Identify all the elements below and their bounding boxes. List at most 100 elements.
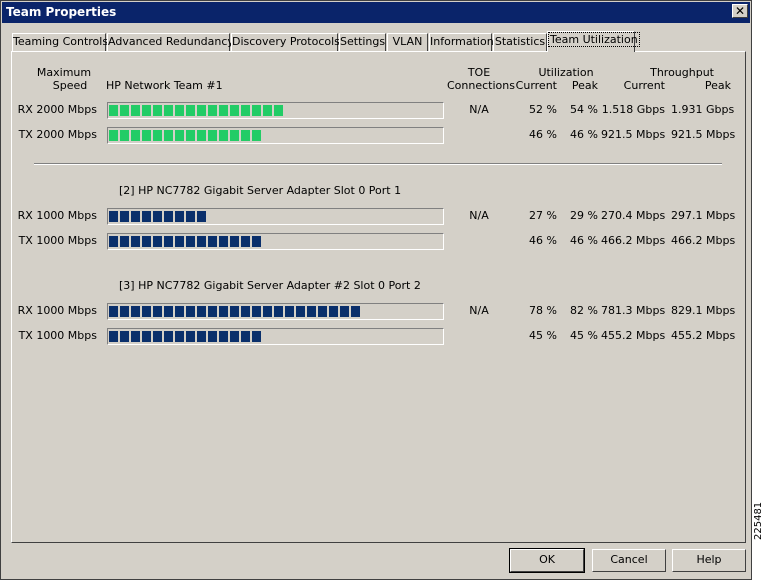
utilization-bar-fill [109,236,263,247]
throughput-current: 270.4 Mbps [601,209,666,222]
utilization-segment [120,306,129,317]
util-peak: 82 % [570,304,598,317]
utilization-segment [131,105,140,116]
utilization-segment [274,105,283,116]
utilization-segment [109,211,118,222]
utilization-segment [153,105,162,116]
toe-connections: N/A [469,209,489,222]
utilization-segment [131,331,140,342]
utilization-bar [107,208,444,225]
team-name: HP Network Team #1 [106,79,223,92]
utilization-segment [164,211,173,222]
utilization-segment [197,130,206,141]
utilization-segment [175,331,184,342]
tab-information[interactable]: Information [429,33,494,51]
utilization-segment [120,211,129,222]
utilization-segment [131,211,140,222]
throughput-peak: 1.931 Gbps [671,103,735,116]
toe-connections: N/A [469,304,489,317]
row-speed-label: RX 2000 Mbps [17,103,97,116]
tab-settings[interactable]: Settings [339,33,386,51]
utilization-bar [107,127,444,144]
adapter-3-name: [3] HP NC7782 Gigabit Server Adapter #2 … [119,279,421,292]
utilization-segment [109,105,118,116]
header-utilization: Utilization [538,66,594,79]
utilization-segment [153,236,162,247]
utilization-bar-fill [109,130,263,141]
utilization-segment [186,236,195,247]
header-throughput: Throughput [650,66,714,79]
utilization-segment [153,331,162,342]
cancel-button[interactable]: Cancel [592,549,666,572]
row-speed-label: TX 2000 Mbps [18,128,97,141]
utilization-segment [340,306,349,317]
help-button[interactable]: Help [672,549,746,572]
utilization-segment [164,105,173,116]
utilization-bar-fill [109,331,263,342]
utilization-segment [307,306,316,317]
header-util-peak: Peak [571,79,598,92]
util-peak: 46 % [570,234,598,247]
header-toe-line1: TOE [467,66,491,79]
close-button[interactable]: ✕ [732,4,748,18]
tab-advanced-redundancy[interactable]: Advanced Redundancy [107,33,234,51]
utilization-segment [164,236,173,247]
utilization-segment [329,306,338,317]
utilization-segment [219,331,228,342]
util-peak: 29 % [570,209,598,222]
utilization-segment [219,130,228,141]
tab-discovery-protocols[interactable]: Discovery Protocols [231,33,340,51]
utilization-segment [219,105,228,116]
header-thr-current: Current [623,79,665,92]
row-speed-label: RX 1000 Mbps [17,304,97,317]
title-bar[interactable]: Team Properties ✕ [2,2,750,23]
team-utilization-panel [11,51,746,543]
util-peak: 45 % [570,329,598,342]
utilization-segment [186,211,195,222]
utilization-segment [208,130,217,141]
utilization-segment [131,306,140,317]
throughput-current: 466.2 Mbps [601,234,666,247]
utilization-segment [197,306,206,317]
utilization-segment [252,306,261,317]
throughput-current: 781.3 Mbps [601,304,666,317]
utilization-segment [142,105,151,116]
utilization-segment [208,306,217,317]
tab-vlan[interactable]: VLAN [387,33,428,51]
utilization-segment [186,306,195,317]
util-current: 27 % [529,209,557,222]
utilization-segment [197,105,206,116]
utilization-segment [142,130,151,141]
utilization-segment [230,306,239,317]
utilization-segment [252,331,261,342]
utilization-segment [131,236,140,247]
utilization-segment [120,236,129,247]
utilization-segment [186,331,195,342]
utilization-segment [175,211,184,222]
utilization-segment [142,306,151,317]
utilization-segment [164,130,173,141]
util-peak: 54 % [570,103,598,116]
throughput-peak: 455.2 Mbps [671,329,736,342]
utilization-segment [142,211,151,222]
throughput-current: 921.5 Mbps [601,128,666,141]
row-speed-label: RX 1000 Mbps [17,209,97,222]
utilization-segment [109,130,118,141]
util-current: 46 % [529,128,557,141]
utilization-segment [208,236,217,247]
tab-team-utilization[interactable]: Team Utilization [547,31,640,52]
util-peak: 46 % [570,128,598,141]
row-speed-label: TX 1000 Mbps [18,329,97,342]
throughput-current: 1.518 Gbps [601,103,665,116]
ok-button[interactable]: OK [509,548,585,573]
figure-id: 225481 [753,501,764,540]
utilization-segment [318,306,327,317]
tab-statistics[interactable]: Statistics [493,33,547,51]
throughput-peak: 466.2 Mbps [671,234,736,247]
utilization-bar-fill [109,211,208,222]
util-current: 78 % [529,304,557,317]
utilization-segment [186,105,195,116]
utilization-bar [107,328,444,345]
utilization-segment [241,306,250,317]
tab-teaming-controls[interactable]: Teaming Controls [12,33,108,51]
